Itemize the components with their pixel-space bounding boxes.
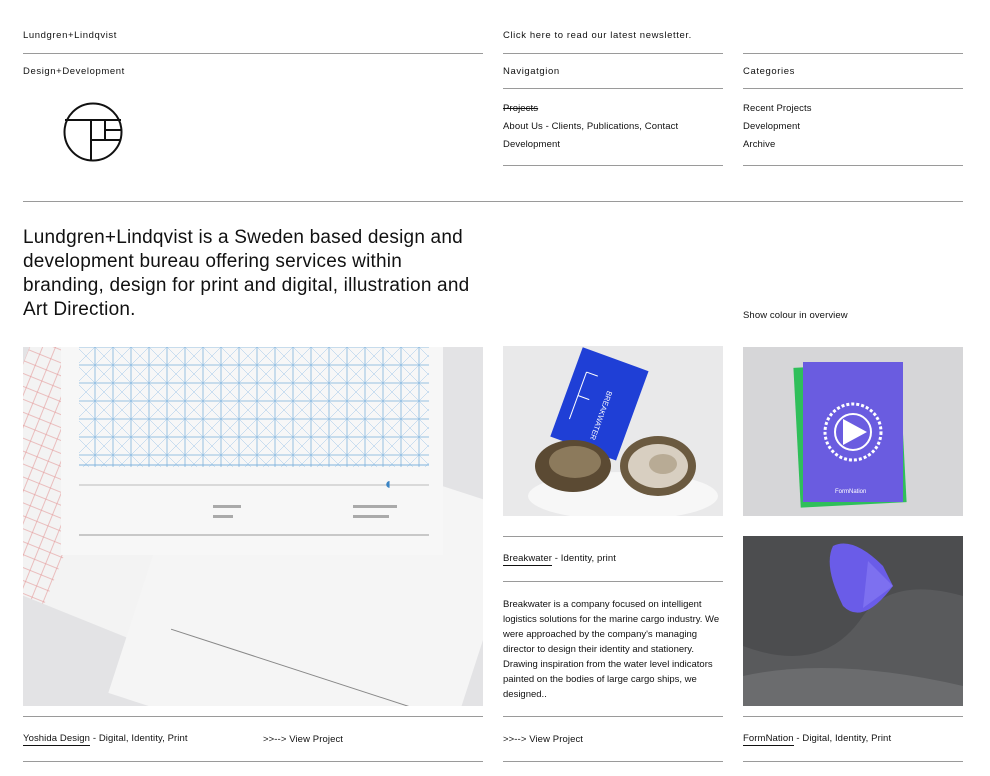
svg-text:◖: ◖ (383, 476, 393, 493)
yoshida-project-title: Yoshida Design - Digital, Identity, Prin… (23, 733, 188, 746)
yoshida-project-image[interactable]: ◖ (23, 347, 483, 706)
breakwater-project-title: Breakwater - Identity, print (503, 553, 616, 566)
divider (23, 201, 963, 202)
nav-item-development[interactable]: Development (503, 139, 560, 150)
divider (743, 88, 963, 89)
divider (23, 716, 483, 717)
formnation-detail-image[interactable] (743, 536, 963, 706)
tagline: Design+Development (23, 66, 125, 77)
formnation-project-image[interactable]: FormNation (743, 347, 963, 516)
yoshida-project-link[interactable]: Yoshida Design (23, 733, 91, 746)
divider (503, 761, 723, 762)
divider (503, 536, 723, 537)
divider (23, 761, 483, 762)
formnation-project-title: FormNation - Digital, Identity, Print (743, 733, 892, 746)
divider (743, 165, 963, 166)
divider (503, 53, 723, 54)
divider (503, 581, 723, 582)
show-colour-toggle[interactable]: Show colour in overview (743, 310, 848, 321)
brand-name[interactable]: Lundgren+Lindqvist (23, 30, 117, 41)
breakwater-project-link[interactable]: Breakwater (503, 553, 553, 566)
nav-item-about-us[interactable]: About Us - Clients, Publications, Contac… (503, 121, 678, 132)
yoshida-project-tags: - Digital, Identity, Print (90, 733, 188, 744)
formnation-project-tags: - Digital, Identity, Print (793, 733, 892, 744)
divider (743, 761, 963, 762)
newsletter-link[interactable]: Click here to read our latest newsletter… (503, 30, 692, 41)
category-archive[interactable]: Archive (743, 139, 775, 150)
category-recent-projects[interactable]: Recent Projects (743, 103, 812, 114)
divider (503, 88, 723, 89)
breakwater-project-tags: - Identity, print (552, 553, 616, 564)
nav-item-projects[interactable]: Projects (503, 103, 538, 114)
divider (743, 716, 963, 717)
formnation-project-link[interactable]: FormNation (743, 733, 794, 746)
divider (743, 53, 963, 54)
divider (503, 165, 723, 166)
breakwater-description: Breakwater is a company focused on intel… (503, 599, 720, 700)
categories-title: Categories (743, 66, 795, 77)
divider (23, 53, 483, 54)
navigation-title: Navigatgion (503, 66, 560, 77)
breakwater-view-project-link[interactable]: >>--> View Project (503, 734, 583, 745)
intro-text: Lundgren+Lindqvist is a Sweden based des… (23, 227, 470, 320)
formnation-card-text: FormNation (835, 489, 866, 495)
logo-icon[interactable] (63, 102, 123, 162)
category-development[interactable]: Development (743, 121, 800, 132)
breakwater-project-image[interactable]: BREAKWATER (503, 346, 723, 516)
divider (503, 716, 723, 717)
yoshida-view-project-link[interactable]: >>--> View Project (263, 734, 343, 745)
